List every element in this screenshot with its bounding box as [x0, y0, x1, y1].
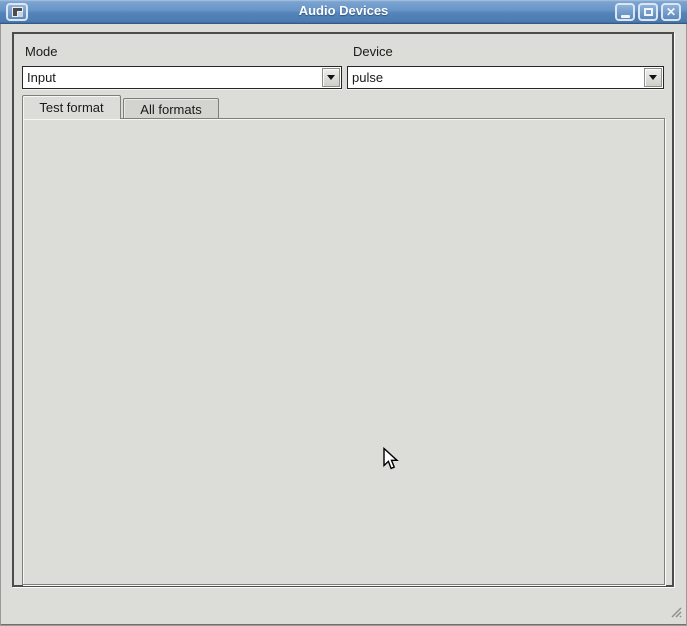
device-label: Device — [353, 44, 393, 59]
mode-combobox-dropdown[interactable] — [322, 68, 340, 87]
tab-all-formats[interactable]: All formats — [123, 98, 219, 119]
audio-devices-window: Audio Devices ✕ Mode Device Input pulse … — [0, 0, 687, 626]
device-combobox-value: pulse — [348, 70, 643, 85]
mouse-cursor-icon — [381, 447, 400, 475]
window-title: Audio Devices — [0, 3, 687, 18]
close-icon: ✕ — [666, 6, 676, 18]
maximize-button[interactable] — [638, 3, 658, 21]
chevron-down-icon — [327, 75, 335, 80]
minimize-button[interactable] — [615, 3, 635, 21]
titlebar: Audio Devices ✕ — [0, 0, 687, 24]
minimize-icon — [621, 15, 630, 18]
device-combobox-dropdown[interactable] — [644, 68, 662, 87]
device-combobox[interactable]: pulse — [347, 66, 664, 89]
maximize-icon — [644, 8, 653, 16]
mode-combobox[interactable]: Input — [22, 66, 342, 89]
mode-label: Mode — [25, 44, 58, 59]
tab-test-format[interactable]: Test format — [22, 95, 121, 119]
mode-combobox-value: Input — [23, 70, 321, 85]
chevron-down-icon — [649, 75, 657, 80]
test-format-panel — [22, 118, 665, 585]
close-button[interactable]: ✕ — [661, 3, 681, 21]
resize-grip[interactable] — [668, 604, 682, 621]
